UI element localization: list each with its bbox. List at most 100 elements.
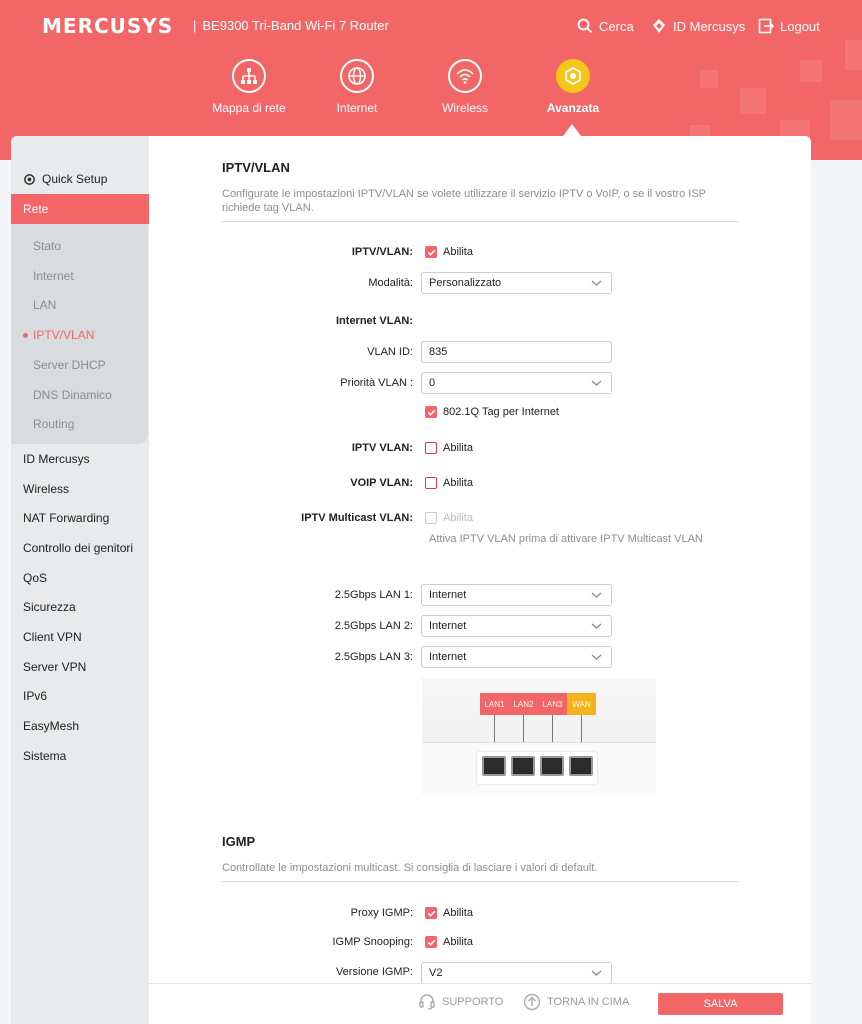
mode-select[interactable]: Personalizzato [421,272,612,294]
proxy-igmp-checkbox[interactable]: Abilita [425,907,473,919]
arrow-up-circle-icon [523,993,541,1011]
nav-wireless[interactable]: Wireless [415,59,515,115]
support-label: SUPPORTO [442,996,504,1008]
sidebar-item-client-vpn[interactable]: Client VPN [11,622,149,652]
decor-square [830,100,862,140]
sidebar-subitem-routing[interactable]: Routing [11,410,148,438]
igmp-snooping-checkbox[interactable]: Abilita [425,936,473,948]
nav-advanced[interactable]: Avanzata [523,59,623,115]
nav-label: Internet [336,101,378,115]
sidebar-subitem-stato[interactable]: Stato [11,232,148,260]
mode-value: Personalizzato [429,277,502,289]
checkbox-box [425,477,437,489]
checkbox-text: 802.1Q Tag per Internet [443,406,559,418]
sidebar-item-parental-control[interactable]: Controllo dei genitori [11,533,149,563]
sidebar-item-id-mercusys[interactable]: ID Mercusys [11,444,149,474]
search-label: Cerca [599,18,634,34]
iptv-multicast-vlan-label: IPTV Multicast VLAN: [301,512,413,524]
nav-internet[interactable]: Internet [307,59,407,115]
sidebar-item-ipv6[interactable]: IPv6 [11,681,149,711]
sidebar-item-quick-setup[interactable]: Quick Setup [11,164,149,194]
vlan-priority-select[interactable]: 0 [421,372,612,394]
account-diamond-icon [653,19,665,33]
sidebar-subitem-server-dhcp[interactable]: Server DHCP [11,351,148,379]
lan1-label: 2.5Gbps LAN 1: [334,589,413,601]
nav-network-map[interactable]: Mappa di rete [199,59,299,115]
port-tag-lan3: LAN3 [538,693,567,715]
vlan-id-value: 835 [429,346,448,358]
chevron-down-icon [591,654,602,660]
port-wire [494,715,495,745]
mode-label: Modalità: [368,277,413,289]
chevron-down-icon [591,592,602,598]
decor-square [845,40,862,70]
checkmark-icon [425,936,437,948]
chevron-down-icon [591,970,602,976]
iptv-section-desc: Configurate le impostazioni IPTV/VLAN se… [222,187,738,222]
logout-link[interactable]: Logout [758,18,820,34]
iptv-vlan-checkbox[interactable]: Abilita [425,442,473,454]
ethernet-port-icon [482,756,506,776]
search-link[interactable]: Cerca [577,18,634,34]
iptv-multicast-vlan-checkbox[interactable]: Abilita [425,512,473,524]
sidebar-item-sistema[interactable]: Sistema [11,741,149,771]
igmp-version-value: V2 [429,967,443,979]
checkmark-icon [425,406,437,418]
wifi-icon [448,59,482,93]
nav-active-pointer [563,124,581,136]
iptv-vlan-label: IPTV VLAN: [351,442,413,454]
tag-8021q-checkbox[interactable]: 802.1Q Tag per Internet [425,406,559,418]
iptv-vlan-enable-checkbox[interactable]: Abilita [425,246,473,258]
port-tag-lan2: LAN2 [509,693,538,715]
account-link[interactable]: ID Mercusys [651,18,745,34]
ethernet-port-icon [540,756,564,776]
port-tag-wan: WAN [567,693,596,715]
sidebar-subitem-lan[interactable]: LAN [11,291,148,319]
model-separator: | [193,18,197,33]
chevron-down-icon [591,623,602,629]
save-button[interactable]: SALVA [658,993,783,1015]
back-to-top-link[interactable]: TORNA IN CIMA [523,993,629,1011]
sidebar-subitem-iptv-vlan[interactable]: IPTV/VLAN [11,321,148,349]
checkmark-icon [425,907,437,919]
device-model: | BE9300 Tri-Band Wi-Fi 7 Router [193,18,389,33]
sidebar-item-qos[interactable]: QoS [11,563,149,593]
checkbox-box [425,512,437,524]
gear-icon [556,59,590,93]
sidebar-item-sicurezza[interactable]: Sicurezza [11,592,149,622]
sidebar-item-label: Quick Setup [42,172,108,186]
igmp-section-desc: Controllate le impostazioni multicast. S… [222,861,738,882]
vlan-id-input[interactable]: 835 [421,341,612,363]
vlan-priority-value: 0 [429,377,436,389]
sidebar-item-server-vpn[interactable]: Server VPN [11,652,149,682]
brand-logo: MERCUSYS [42,14,174,38]
iptv-section-title: IPTV/VLAN [222,160,290,175]
vlan-priority-label: Priorità VLAN : [340,377,413,389]
igmp-version-select[interactable]: V2 [421,962,612,984]
multicast-hint: Attiva IPTV VLAN prima di attivare IPTV … [429,533,703,545]
sidebar-subitem-internet[interactable]: Internet [11,262,148,290]
iptv-vlan-enable-label: IPTV/VLAN: [351,246,413,258]
sidebar-item-nat-forwarding[interactable]: NAT Forwarding [11,503,149,533]
igmp-snooping-label: IGMP Snooping: [332,936,413,948]
support-link[interactable]: SUPPORTO [418,993,503,1011]
network-map-icon [232,59,266,93]
vlan-id-label: VLAN ID: [367,346,413,358]
proxy-igmp-label: Proxy IGMP: [350,907,413,919]
lan1-select[interactable]: Internet [421,584,612,606]
lan3-select[interactable]: Internet [421,646,612,668]
sidebar-item-easymesh[interactable]: EasyMesh [11,711,149,741]
router-ports-illustration: LAN1 LAN2 LAN3 WAN [422,678,656,795]
sidebar-submenu-rete: Stato Internet LAN IPTV/VLAN Server DHCP… [11,224,148,444]
chevron-down-icon [591,380,602,386]
sidebar-item-rete[interactable]: Rete [11,194,149,224]
checkbox-box [425,442,437,454]
sidebar-item-wireless[interactable]: Wireless [11,474,149,504]
logout-label: Logout [780,18,820,34]
lan2-select[interactable]: Internet [421,615,612,637]
globe-icon [340,59,374,93]
sidebar-subitem-dns-dinamico[interactable]: DNS Dinamico [11,381,148,409]
ethernet-port-icon [511,756,535,776]
voip-vlan-checkbox[interactable]: Abilita [425,477,473,489]
ethernet-port-icon [569,756,593,776]
